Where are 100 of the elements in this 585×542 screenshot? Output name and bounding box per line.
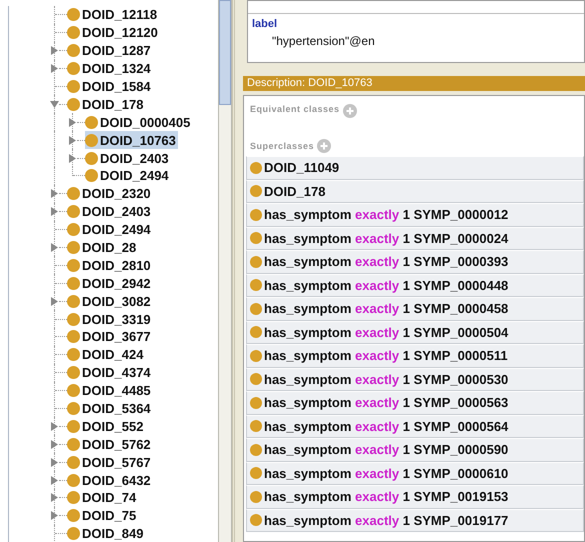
tree-item[interactable]: DOID_0000405 (85, 113, 192, 132)
expand-arrow-icon[interactable] (50, 207, 59, 216)
class-icon (250, 279, 262, 292)
expand-arrow-icon[interactable] (50, 422, 59, 431)
class-icon (67, 491, 80, 504)
class-icon (250, 350, 262, 362)
annotation-property: label (251, 17, 278, 30)
tree-item[interactable]: DOID_424 (67, 346, 146, 364)
class-icon (67, 205, 80, 218)
expand-arrow-icon[interactable] (50, 458, 59, 467)
class-icon (250, 162, 262, 174)
expand-arrow-icon[interactable] (50, 296, 59, 306)
class-icon (250, 490, 262, 503)
expression-text: has_symptom exactly 1 SYMP_0000564 (264, 418, 508, 434)
tree-item[interactable]: DOID_1584 (67, 78, 153, 96)
class-icon (67, 223, 80, 236)
expression-text: has_symptom exactly 1 SYMP_0000448 (264, 278, 508, 293)
expand-arrow-icon[interactable] (50, 46, 59, 56)
expression-text: has_symptom exactly 1 SYMP_0000012 (264, 207, 508, 222)
tree-item[interactable]: DOID_2403 (85, 149, 171, 168)
expand-arrow-icon[interactable] (50, 64, 59, 74)
class-icon (250, 420, 262, 432)
superclass-row[interactable]: has_symptom exactly 1 SYMP_0000563 (246, 391, 584, 414)
superclass-row[interactable]: has_symptom exactly 1 SYMP_0000564 (246, 414, 584, 438)
superclass-row[interactable]: has_symptom exactly 1 SYMP_0000511 (246, 344, 584, 368)
tree-item[interactable]: DOID_5767 (67, 453, 153, 472)
superclass-row[interactable]: has_symptom exactly 1 SYMP_0000448 (246, 274, 584, 297)
tree-item[interactable]: DOID_4485 (67, 382, 153, 400)
tree-item[interactable]: DOID_10763 (85, 131, 178, 150)
class-icon (250, 208, 262, 221)
superclass-row[interactable]: has_symptom exactly 1 SYMP_0000610 (246, 462, 584, 485)
expand-arrow-icon[interactable] (68, 136, 77, 145)
class-icon (67, 312, 80, 326)
superclass-row[interactable]: has_symptom exactly 1 SYMP_0019153 (246, 485, 584, 508)
section-title: Superclasses (250, 141, 314, 151)
expression-text: has_symptom exactly 1 SYMP_0000530 (264, 372, 508, 387)
superclass-row[interactable]: has_symptom exactly 1 SYMP_0000504 (246, 320, 584, 344)
tree-item[interactable]: DOID_6432 (67, 471, 153, 490)
class-icon (85, 152, 98, 165)
class-icon (67, 420, 80, 433)
scrollbar[interactable] (218, 0, 232, 542)
tree-item[interactable]: DOID_3677 (67, 328, 153, 346)
expression-text: has_symptom exactly 1 SYMP_0000393 (264, 254, 508, 270)
superclass-row[interactable]: has_symptom exactly 1 SYMP_0000024 (246, 226, 584, 250)
class-icon (67, 509, 80, 522)
expression-text: has_symptom exactly 1 SYMP_0000590 (264, 442, 508, 458)
annotation-value: "hypertension"@en (271, 33, 376, 48)
expand-arrow-icon[interactable] (50, 511, 59, 520)
tree-item[interactable]: DOID_4374 (67, 364, 153, 382)
class-icon (67, 438, 80, 451)
class-icon (85, 134, 98, 147)
expand-arrow-icon[interactable] (50, 243, 59, 252)
tree-item[interactable]: DOID_2320 (67, 184, 153, 203)
superclass-row[interactable]: DOID_178 (246, 180, 584, 203)
tree-item[interactable]: DOID_2942 (67, 274, 153, 292)
tree-item[interactable]: DOID_74 (67, 489, 138, 507)
tree-item[interactable]: DOID_1287 (67, 42, 153, 60)
tree-item[interactable]: DOID_178 (67, 95, 146, 114)
collapse-arrow-icon[interactable] (50, 100, 59, 109)
expand-arrow-icon[interactable] (68, 118, 77, 127)
expand-arrow-icon[interactable] (50, 493, 59, 502)
tree-item[interactable]: DOID_75 (67, 506, 138, 525)
expression-text: has_symptom exactly 1 SYMP_0000504 (264, 324, 508, 340)
superclass-row[interactable]: has_symptom exactly 1 SYMP_0000530 (246, 368, 584, 391)
expand-arrow-icon[interactable] (68, 154, 77, 163)
class-icon (250, 467, 262, 480)
scrollbar-thumb[interactable] (219, 0, 231, 105)
expression-text: has_symptom exactly 1 SYMP_0000563 (264, 395, 508, 410)
tree-item[interactable]: DOID_2494 (85, 167, 171, 185)
superclass-row[interactable]: has_symptom exactly 1 SYMP_0019177 (246, 508, 584, 532)
tree-item[interactable]: DOID_5364 (67, 400, 153, 418)
expression-text: has_symptom exactly 1 SYMP_0000610 (264, 466, 508, 481)
class-icon (67, 366, 80, 380)
tree-item[interactable]: DOID_2494 (67, 220, 153, 239)
class-icon (67, 241, 80, 254)
tree-item[interactable]: DOID_12120 (67, 24, 160, 42)
expand-arrow-icon[interactable] (50, 476, 59, 485)
tree-item[interactable]: DOID_2403 (67, 202, 153, 221)
expand-arrow-icon[interactable] (50, 440, 59, 449)
class-icon (67, 26, 80, 40)
superclass-row[interactable]: DOID_11049 (246, 156, 584, 180)
superclass-row[interactable]: has_symptom exactly 1 SYMP_0000393 (246, 250, 584, 274)
tree-item[interactable]: DOID_2810 (67, 256, 153, 274)
tree-item[interactable]: DOID_12118 (67, 6, 160, 24)
class-icon (85, 169, 98, 182)
expand-arrow-icon[interactable] (50, 189, 59, 198)
superclass-row[interactable]: has_symptom exactly 1 SYMP_0000590 (246, 438, 584, 462)
tree-item[interactable]: DOID_1324 (67, 60, 153, 78)
expression-text: has_symptom exactly 1 SYMP_0019177 (264, 512, 508, 528)
tree-item[interactable]: DOID_5762 (67, 435, 153, 454)
class-icon (67, 456, 80, 469)
tree-item[interactable]: DOID_28 (67, 238, 138, 256)
tree-item[interactable]: DOID_552 (67, 417, 146, 436)
expression-text: DOID_11049 (264, 160, 340, 176)
tree-item[interactable]: DOID_3082 (67, 292, 153, 310)
tree-item[interactable]: DOID_3319 (67, 310, 153, 328)
expression-text: has_symptom exactly 1 SYMP_0000024 (264, 230, 508, 246)
tree-item[interactable]: DOID_849 (67, 524, 146, 542)
superclass-row[interactable]: has_symptom exactly 1 SYMP_0000458 (246, 297, 584, 320)
superclass-row[interactable]: has_symptom exactly 1 SYMP_0000012 (246, 203, 584, 226)
